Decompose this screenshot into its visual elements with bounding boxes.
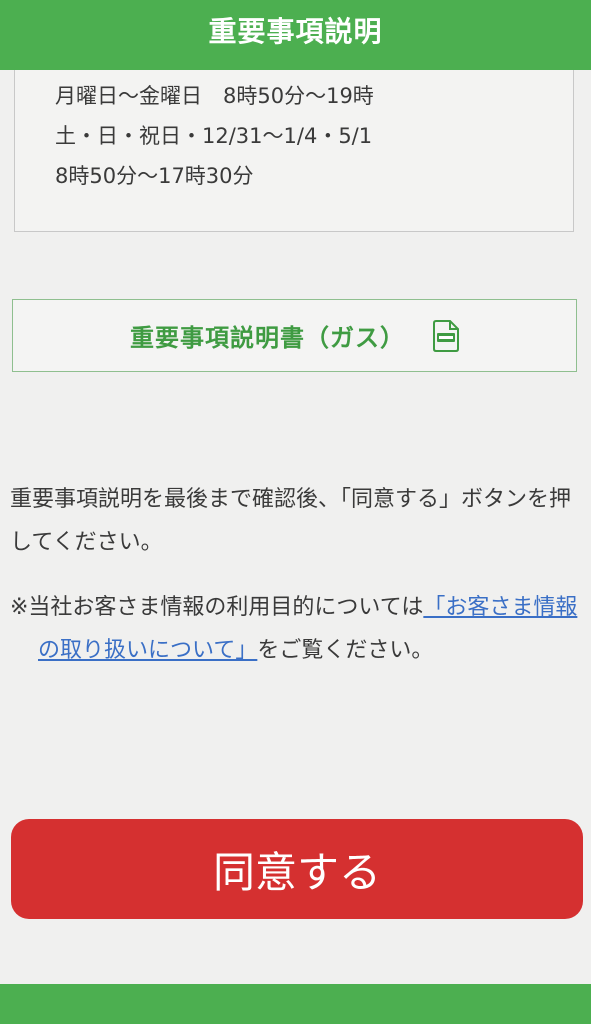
hours-holiday-line: 土・日・祝日・12/31～1/4・5/1 — [55, 124, 373, 148]
pdf-link-label: 重要事項説明書（ガス） — [130, 324, 405, 352]
hours-weekday-line: 月曜日～金曜日 8時50分～19時 — [55, 84, 374, 108]
hours-holiday-time-line: 8時50分～17時30分 — [55, 164, 254, 188]
gas-important-matters-pdf-link[interactable]: 重要事項説明書（ガス） — [12, 299, 577, 372]
page-title: 重要事項説明 — [208, 15, 383, 48]
header-bar: 重要事項説明 — [0, 0, 591, 70]
privacy-note-prefix: ※当社お客さま情報の利用目的については — [10, 595, 424, 620]
pdf-file-icon — [433, 319, 459, 352]
business-hours-box: 月曜日～金曜日 8時50分～19時 土・日・祝日・12/31～1/4・5/1 8… — [14, 70, 574, 232]
footer-bar — [0, 984, 591, 1024]
privacy-note: ※当社お客さま情報の利用目的については「お客さま情報の取り扱いについて」をご覧く… — [10, 586, 578, 672]
agree-button[interactable]: 同意する — [11, 819, 583, 919]
instruction-text: 重要事項説明を最後まで確認後、「同意する」ボタンを押してください。 — [10, 487, 572, 555]
privacy-note-suffix: をご覧ください。 — [257, 638, 434, 663]
